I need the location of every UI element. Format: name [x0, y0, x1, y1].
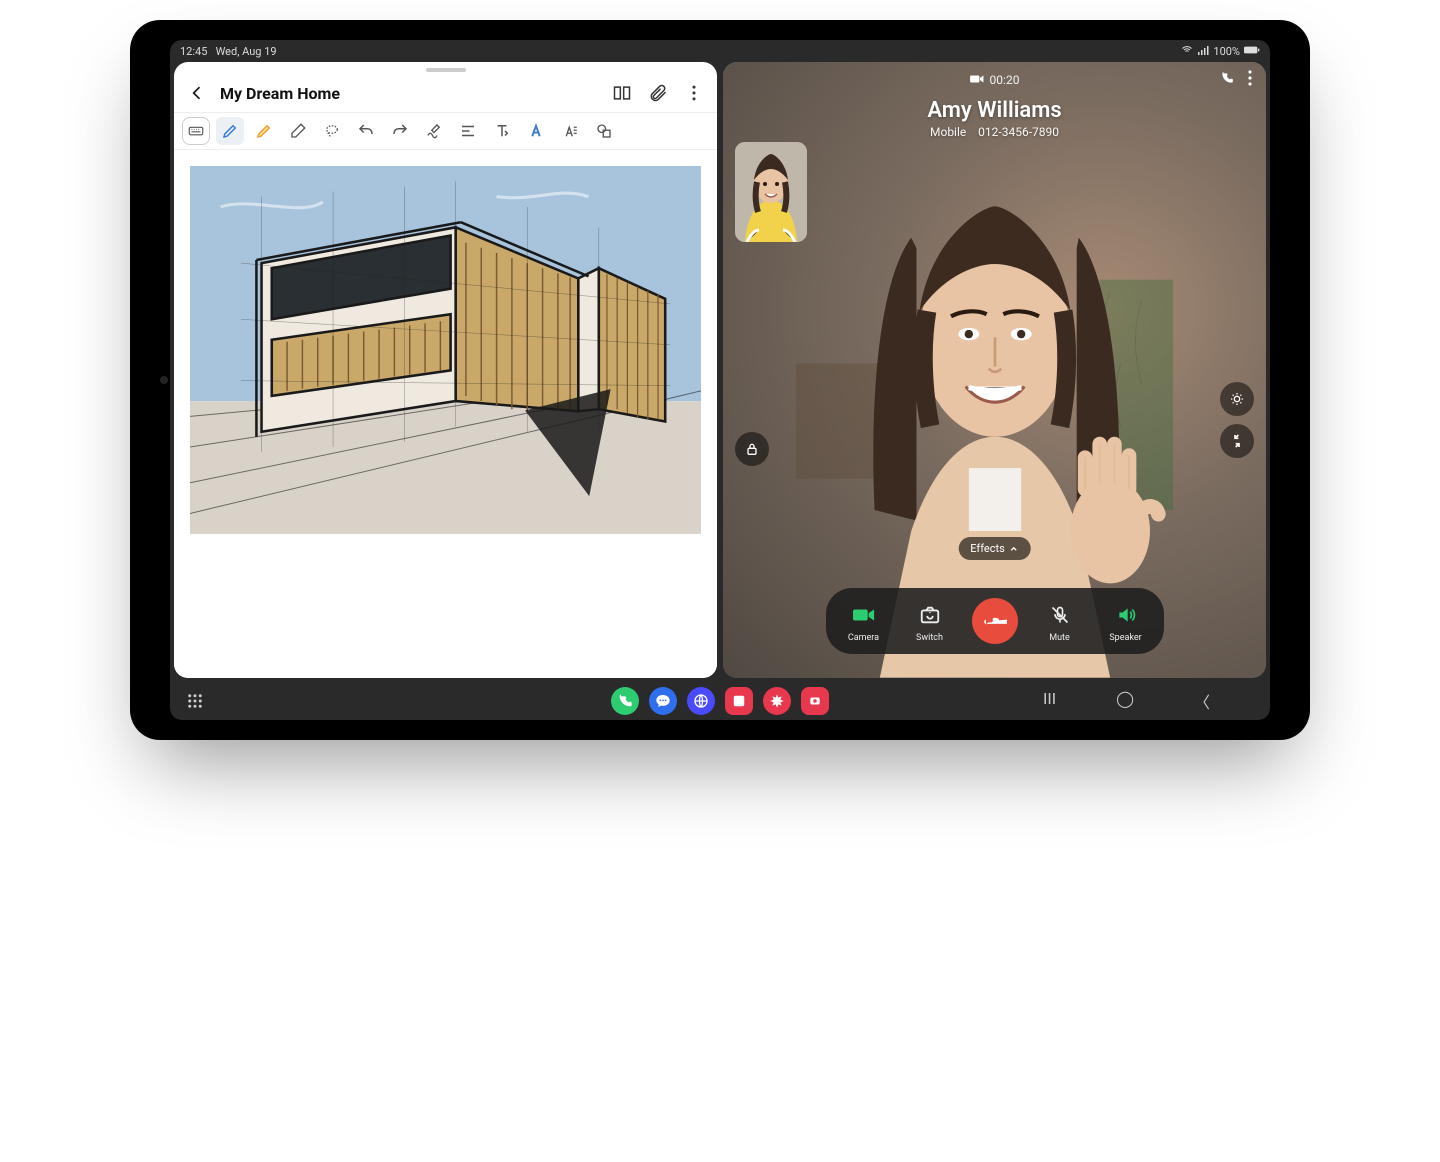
wifi-icon — [1181, 44, 1193, 59]
self-preview[interactable] — [735, 142, 807, 242]
note-title: My Dream Home — [220, 84, 599, 103]
attach-button[interactable] — [645, 80, 671, 106]
add-call-button[interactable] — [1220, 71, 1234, 88]
caller-number: 012-3456-7890 — [978, 125, 1059, 139]
house-sketch — [190, 166, 701, 534]
status-right: 100% — [1181, 44, 1260, 59]
capture-button[interactable] — [1220, 382, 1254, 416]
dock-app-4[interactable] — [725, 687, 753, 715]
mute-label: Mute — [1049, 633, 1070, 643]
screen: 12:45 Wed, Aug 19 100% — [170, 40, 1270, 720]
effects-label: Effects — [970, 542, 1005, 555]
caller-sub-label: Mobile — [930, 125, 966, 139]
tablet-frame: 12:45 Wed, Aug 19 100% — [130, 20, 1310, 740]
signal-icon — [1197, 44, 1209, 59]
back-button[interactable] — [184, 80, 210, 106]
redo-button[interactable] — [386, 117, 414, 145]
highlighter-tool[interactable] — [250, 117, 278, 145]
speaker-label: Speaker — [1109, 633, 1141, 643]
lock-rotation-button[interactable] — [735, 432, 769, 466]
status-date: Wed, Aug 19 — [216, 45, 277, 58]
shape-tool[interactable] — [590, 117, 618, 145]
notes-header: My Dream Home — [174, 74, 717, 112]
dock-app-6[interactable] — [801, 687, 829, 715]
dock-browser-app[interactable] — [687, 687, 715, 715]
pen-tool[interactable] — [216, 117, 244, 145]
switch-camera[interactable]: Switch — [906, 600, 954, 643]
battery-icon — [1244, 45, 1260, 58]
dock-phone-app[interactable] — [611, 687, 639, 715]
mute-toggle[interactable]: Mute — [1036, 600, 1084, 643]
align-tool[interactable] — [454, 117, 482, 145]
effects-button[interactable]: Effects — [958, 537, 1031, 560]
call-more-button[interactable] — [1248, 70, 1252, 89]
caller-name: Amy Williams — [723, 98, 1266, 123]
camera-label: Camera — [848, 633, 879, 643]
notes-toolbar — [174, 112, 717, 150]
font-style-tool[interactable] — [522, 117, 550, 145]
reader-mode-button[interactable] — [609, 80, 635, 106]
status-left: 12:45 Wed, Aug 19 — [180, 45, 277, 58]
keyboard-tool[interactable] — [182, 117, 210, 145]
split-view: My Dream Home — [170, 62, 1270, 682]
front-camera — [160, 376, 168, 384]
caller-info: Amy Williams Mobile 012-3456-7890 — [723, 98, 1266, 139]
status-time: 12:45 — [180, 45, 207, 58]
eraser-tool[interactable] — [284, 117, 312, 145]
taskbar: III ◯ 〈 — [170, 682, 1270, 720]
lasso-tool[interactable] — [318, 117, 346, 145]
chevron-up-icon — [1009, 544, 1019, 554]
video-indicator-icon — [970, 73, 984, 87]
end-call-button[interactable] — [972, 598, 1018, 644]
camera-toggle[interactable]: Camera — [840, 600, 888, 643]
call-top-bar: 00:20 — [723, 70, 1266, 89]
dock-app-5[interactable] — [763, 687, 791, 715]
nav-buttons: III ◯ 〈 — [1043, 689, 1210, 713]
video-call-pane: 00:20 Amy Williams Mobile — [723, 62, 1266, 678]
drawing-canvas[interactable] — [174, 150, 717, 678]
more-button[interactable] — [681, 80, 707, 106]
pane-drag-handle[interactable] — [426, 68, 466, 72]
status-battery-text: 100% — [1213, 45, 1240, 58]
call-controls: Camera Switch Mute Speak — [826, 588, 1164, 654]
home-button[interactable]: ◯ — [1116, 689, 1134, 713]
app-dock — [611, 687, 829, 715]
all-apps-button[interactable] — [184, 690, 206, 712]
notes-pane: My Dream Home — [174, 62, 717, 678]
status-bar: 12:45 Wed, Aug 19 100% — [170, 40, 1270, 62]
dock-messages-app[interactable] — [649, 687, 677, 715]
call-duration: 00:20 — [990, 73, 1020, 87]
back-nav-button[interactable]: 〈 — [1194, 689, 1210, 713]
text-insert-tool[interactable] — [488, 117, 516, 145]
switch-label: Switch — [916, 633, 943, 643]
text-options-tool[interactable] — [556, 117, 584, 145]
minimize-button[interactable] — [1220, 424, 1254, 458]
speaker-toggle[interactable]: Speaker — [1102, 600, 1150, 643]
handwriting-tool[interactable] — [420, 117, 448, 145]
recents-button[interactable]: III — [1043, 689, 1056, 713]
undo-button[interactable] — [352, 117, 380, 145]
